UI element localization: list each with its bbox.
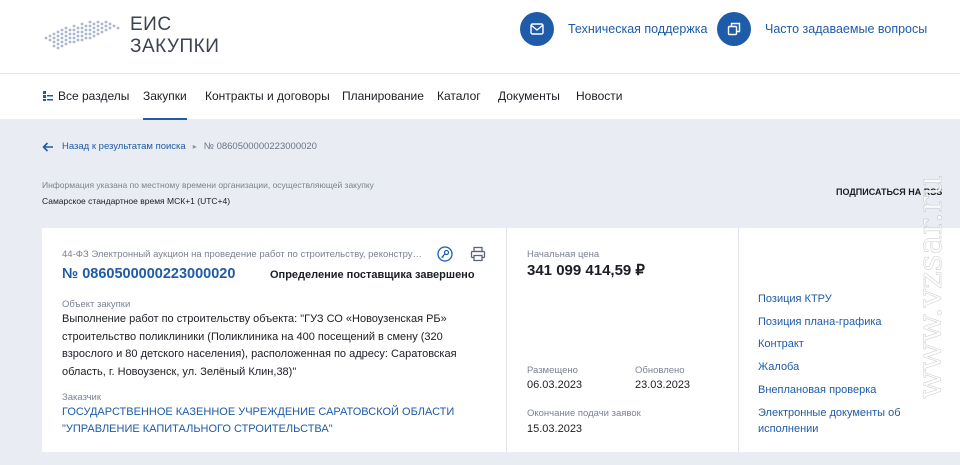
logo-text: ЕИС ЗАКУПКИ (130, 14, 219, 58)
nav-item-purchases[interactable]: Закупки (143, 74, 187, 120)
faq-label: Часто задаваемые вопросы (765, 22, 928, 36)
mail-icon (520, 12, 554, 46)
posted-value: 06.03.2023 (527, 379, 583, 391)
arrow-left-icon[interactable] (42, 141, 54, 152)
breadcrumb: Назад к результатам поиска ▸ № 086050000… (42, 141, 317, 152)
logo-line-1: ЕИС (130, 14, 172, 35)
posted-label: Размещено (527, 365, 578, 376)
chevron-right-icon: ▸ (192, 142, 197, 151)
link-plan-schedule-position[interactable]: Позиция плана-графика (758, 314, 882, 330)
link-contract[interactable]: Контракт (758, 336, 804, 352)
support-link[interactable]: Техническая поддержка (520, 12, 707, 46)
sections-icon (43, 90, 53, 101)
nav-item-planning[interactable]: Планирование (342, 74, 424, 120)
link-electronic-execution-docs[interactable]: Электронные документы об исполнении (758, 405, 918, 437)
nav-item-contracts[interactable]: Контракты и договоры (205, 74, 330, 120)
site-header: ЕИС ЗАКУПКИ Техническая поддержка Часто … (0, 0, 960, 73)
logo-line-2: ЗАКУПКИ (130, 36, 220, 57)
russia-map-icon (44, 20, 120, 50)
link-complaint[interactable]: Жалоба (758, 359, 799, 375)
link-unscheduled-inspection[interactable]: Внеплановая проверка (758, 382, 876, 398)
support-label: Техническая поддержка (568, 22, 708, 36)
updated-value: 23.03.2023 (635, 379, 691, 391)
timezone-info: Информация указана по местному времени о… (42, 180, 374, 190)
updated-label: Обновлено (635, 365, 685, 376)
timezone-value: Самарское стандартное время МСК+1 (UTC+4… (42, 196, 231, 206)
key-icon[interactable] (437, 246, 453, 262)
purchase-number[interactable]: № 0860500000223000020 (62, 266, 235, 282)
nav-item-documents[interactable]: Документы (498, 74, 560, 120)
deadline-label: Окончание подачи заявок (527, 408, 641, 419)
status-badge: Определение поставщика завершено (270, 269, 475, 281)
divider (506, 228, 507, 452)
watermark-text: www.vzsar.ru (910, 175, 949, 399)
site-watermark: www.vzsar.ru (910, 175, 950, 399)
copy-icon (717, 12, 751, 46)
divider (738, 228, 739, 452)
faq-link[interactable]: Часто задаваемые вопросы (717, 12, 927, 46)
nav-label: Все разделы (58, 89, 130, 103)
purchase-law-type: 44-ФЗ Электронный аукцион на проведение … (62, 249, 424, 260)
customer-link[interactable]: ГОСУДАРСТВЕННОЕ КАЗЕННОЕ УЧРЕЖДЕНИЕ САРА… (62, 404, 482, 438)
nav-item-news[interactable]: Новости (576, 74, 622, 120)
object-label: Объект закупки (62, 299, 131, 310)
link-ktru-position[interactable]: Позиция КТРУ (758, 291, 832, 307)
print-icon[interactable] (470, 246, 486, 262)
main-nav: Все разделы Закупки Контракты и договоры… (0, 73, 960, 120)
object-value: Выполнение работ по строительству объект… (62, 313, 457, 378)
nav-item-catalog[interactable]: Каталог (437, 74, 481, 120)
eis-logo[interactable]: ЕИС ЗАКУПКИ (42, 12, 232, 58)
purchase-card: 44-ФЗ Электронный аукцион на проведение … (42, 228, 960, 452)
nav-item-all-sections[interactable]: Все разделы (42, 74, 129, 120)
price-label: Начальная цена (527, 249, 600, 260)
deadline-value: 15.03.2023 (527, 423, 583, 435)
back-to-results-link[interactable]: Назад к результатам поиска (62, 141, 186, 152)
customer-label: Заказчик (62, 392, 102, 403)
price-value: 341 099 414,59 ₽ (527, 262, 645, 279)
breadcrumb-current: № 0860500000223000020 (203, 141, 317, 152)
